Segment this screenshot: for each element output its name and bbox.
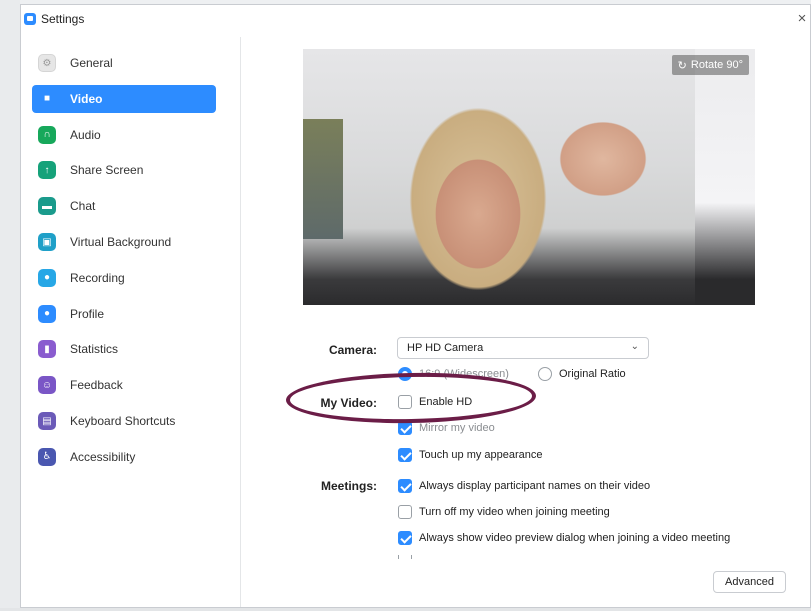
title-bar: Settings × (21, 5, 810, 33)
sidebar-item-virtual-background[interactable]: ▣ Virtual Background (32, 228, 216, 256)
my-video-label: My Video: (320, 396, 377, 410)
settings-sidebar: ⚙ General ■ Video ∩ Audio ↑ Share Screen ▬ Chat ▣ V… (21, 37, 241, 607)
touch-up-checkbox[interactable] (398, 448, 412, 462)
share-screen-icon: ↑ (38, 161, 56, 180)
window-title: Settings (41, 12, 85, 26)
gear-icon: ⚙ (38, 54, 56, 72)
sidebar-item-label: General (70, 56, 113, 70)
touch-up-option[interactable]: Touch up my appearance (398, 448, 543, 462)
headphones-icon: ∩ (38, 125, 56, 144)
sidebar-item-label: Share Screen (70, 163, 144, 178)
ratio-widescreen-label: 16:9 (Widescreen) (419, 368, 509, 380)
sidebar-item-video[interactable]: ■ Video (32, 84, 216, 113)
rotate-button[interactable]: ↻ Rotate 90° (671, 55, 749, 75)
clipped-checkbox (398, 555, 412, 559)
sidebar-item-general[interactable]: ⚙ General (32, 49, 216, 77)
sidebar-item-accessibility[interactable]: ♿ Accessibility (32, 443, 216, 471)
video-preview-dialog-checkbox[interactable] (398, 531, 412, 545)
rotate-label: Rotate 90° (690, 59, 743, 71)
display-names-label: Always display participant names on thei… (419, 480, 651, 492)
camera-label: Camera: (328, 343, 377, 357)
touch-up-label: Touch up my appearance (419, 449, 543, 461)
sidebar-item-label: Statistics (70, 342, 119, 357)
sidebar-item-feedback[interactable]: ☺ Feedback (32, 371, 216, 399)
sidebar-item-label: Audio (70, 127, 101, 142)
radio-original-ratio[interactable] (538, 367, 552, 381)
sidebar-item-keyboard-shortcuts[interactable]: ▤ Keyboard Shortcuts (32, 407, 216, 435)
profile-icon: ● (38, 304, 56, 323)
sidebar-item-audio[interactable]: ∩ Audio (32, 121, 216, 149)
turn-off-video-option[interactable]: Turn off my video when joining meeting (398, 505, 610, 519)
display-names-option[interactable]: Always display participant names on thei… (398, 479, 650, 493)
meetings-label: Meetings: (320, 479, 377, 493)
ratio-widescreen-option[interactable]: 16:9 (Widescreen) (398, 367, 509, 381)
sidebar-item-label: Accessibility (70, 449, 136, 464)
radio-widescreen[interactable] (398, 367, 412, 381)
turn-off-video-label: Turn off my video when joining meeting (419, 506, 610, 518)
clipped-option (398, 555, 419, 559)
turn-off-video-checkbox[interactable] (398, 505, 412, 519)
advanced-button[interactable]: Advanced (713, 571, 786, 593)
feedback-icon: ☺ (38, 376, 56, 395)
sidebar-item-label: Keyboard Shortcuts (70, 414, 176, 428)
sidebar-item-label: Feedback (70, 378, 123, 393)
video-preview-dialog-option[interactable]: Always show video preview dialog when jo… (398, 531, 730, 545)
sidebar-item-recording[interactable]: ● Recording (32, 264, 216, 292)
camera-select[interactable]: HP HD Camera ⌄ (397, 337, 649, 359)
sidebar-item-label: Recording (70, 270, 125, 285)
sidebar-item-statistics[interactable]: ▮ Statistics (32, 335, 216, 363)
ratio-original-label: Original Ratio (559, 368, 626, 380)
chat-bubble-icon: ▬ (38, 197, 56, 216)
accessibility-icon: ♿ (38, 447, 56, 466)
recording-icon: ● (38, 268, 56, 287)
sidebar-item-chat[interactable]: ▬ Chat (32, 192, 216, 220)
sidebar-item-label: Virtual Background (70, 235, 172, 249)
sidebar-item-label: Profile (70, 306, 105, 321)
enable-hd-option[interactable]: Enable HD (398, 395, 472, 409)
mirror-video-checkbox[interactable] (398, 421, 412, 435)
ratio-original-option[interactable]: Original Ratio (538, 367, 626, 381)
keyboard-icon: ▤ (38, 412, 56, 430)
video-camera-icon: ■ (43, 93, 51, 105)
chevron-down-icon: ⌄ (630, 341, 639, 352)
enable-hd-label: Enable HD (419, 396, 473, 408)
display-names-checkbox[interactable] (398, 479, 412, 493)
statistics-icon: ▮ (38, 340, 56, 359)
mirror-video-label: Mirror my video (419, 422, 495, 434)
virtual-background-icon: ▣ (38, 233, 56, 251)
rotate-icon: ↻ (677, 59, 687, 72)
sidebar-item-label: Video (70, 91, 103, 106)
sidebar-item-label: Chat (70, 199, 96, 214)
enable-hd-checkbox[interactable] (398, 395, 412, 409)
background-edge (0, 0, 20, 611)
sidebar-item-profile[interactable]: ● Profile (32, 300, 216, 328)
video-preview: ↻ Rotate 90° (303, 49, 755, 305)
mirror-video-option[interactable]: Mirror my video (398, 421, 495, 435)
video-settings-panel: ↻ Rotate 90° Camera: HP HD Camera ⌄ 16:9… (242, 37, 810, 607)
video-preview-dialog-label: Always show video preview dialog when jo… (419, 532, 731, 544)
camera-selected-value: HP HD Camera (407, 342, 484, 354)
close-icon[interactable]: × (794, 11, 810, 26)
settings-window: Settings × ⚙ General ■ Video ∩ Audio ↑ Share Sc… (20, 4, 811, 608)
sidebar-item-share-screen[interactable]: ↑ Share Screen (32, 156, 216, 184)
zoom-app-icon (24, 13, 36, 25)
